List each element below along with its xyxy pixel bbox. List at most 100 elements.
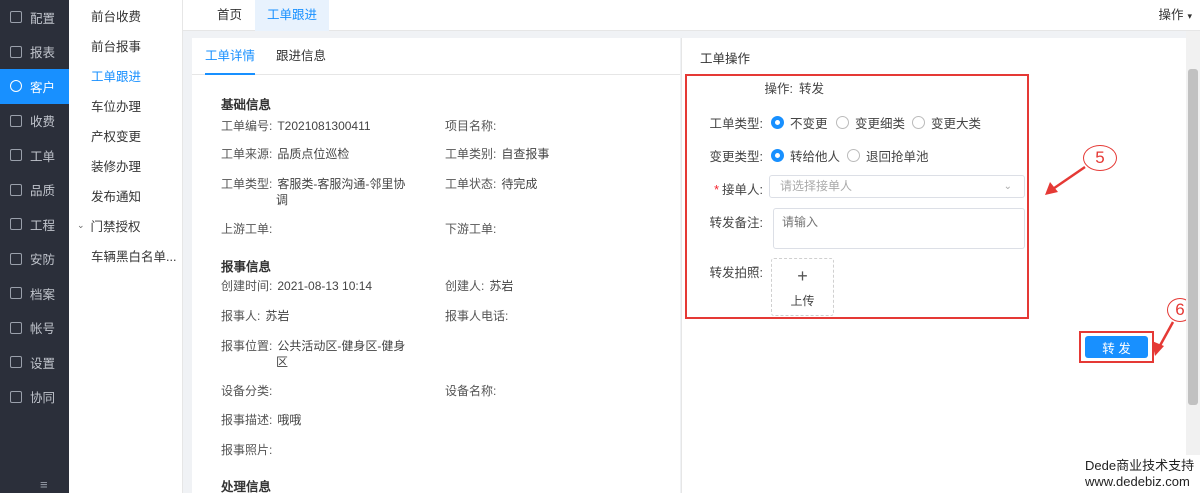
- vertical-scrollbar[interactable]: [1186, 31, 1200, 493]
- radio-unchecked-icon: [912, 116, 925, 129]
- nav-item-reports[interactable]: 报表: [0, 35, 69, 70]
- chevron-down-icon: ▾: [1187, 11, 1192, 21]
- field-status: 工单状态: 待完成: [445, 177, 538, 191]
- field-reporter: 报事人: 苏岩: [221, 309, 290, 323]
- submenu-item-front-report[interactable]: 前台报事: [69, 30, 182, 60]
- upload-button[interactable]: + 上传: [771, 258, 834, 316]
- change-type-label: 变更类型:: [709, 150, 763, 164]
- submenu-item-label: 前台报事: [91, 39, 142, 54]
- submenu-item-label: 产权变更: [91, 129, 142, 144]
- gear-icon: [10, 11, 22, 24]
- tab-bar: 首页 工单跟进 操作 ▾: [183, 0, 1200, 31]
- receiver-select[interactable]: 请选择接单人 ⌄: [769, 175, 1025, 198]
- field-location: 报事位置: 公共活动区-健身区-健身区: [221, 339, 406, 369]
- submenu-group-access[interactable]: ⌄ 门禁授权: [69, 210, 182, 240]
- submenu-item-parking[interactable]: 车位办理: [69, 90, 182, 120]
- section-title-report: 报事信息: [221, 260, 272, 274]
- chevron-down-icon: ⌄: [77, 219, 85, 230]
- user-icon: [10, 80, 22, 93]
- radio-change-maintype[interactable]: 变更大类: [912, 113, 981, 132]
- nav-item-security[interactable]: 安防: [0, 242, 69, 277]
- submenu-item-property-change[interactable]: 产权变更: [69, 120, 182, 150]
- nav-item-label: 配置: [30, 11, 56, 26]
- tab-workorder-follow[interactable]: 工单跟进: [255, 0, 330, 31]
- submenu-item-label: 工单跟进: [91, 69, 142, 84]
- submenu-item-front-charge[interactable]: 前台收费: [69, 0, 182, 30]
- collaboration-icon: [10, 390, 22, 403]
- submenu: 前台收费 前台报事 工单跟进 车位办理 产权变更 装修办理 发布通知 ⌄ 门禁授权…: [69, 0, 183, 493]
- forward-submit-button[interactable]: 转 发: [1085, 336, 1148, 358]
- settings-icon: [10, 356, 22, 369]
- nav-item-workorders[interactable]: 工单: [0, 138, 69, 173]
- field-report-photo: 报事照片:: [221, 443, 273, 457]
- radio-label: 变更大类: [931, 117, 982, 131]
- watermark-line2: www.dedebiz.com: [1085, 474, 1190, 489]
- radio-transfer-other[interactable]: 转给他人: [771, 146, 840, 165]
- nav-item-customers[interactable]: 客户: [0, 69, 69, 104]
- field-type: 工单类型: 客服类-客服沟通-邻里协调: [221, 177, 406, 207]
- radio-unchecked-icon: [847, 149, 860, 162]
- chevron-down-icon: ⌄: [1003, 181, 1012, 192]
- nav-item-collaboration[interactable]: 协同: [0, 380, 69, 415]
- submenu-item-notice[interactable]: 发布通知: [69, 180, 182, 210]
- section-title-basic: 基础信息: [221, 98, 272, 112]
- op-label: 操作:: [764, 82, 793, 96]
- field-source: 工单来源: 品质点位巡检: [221, 147, 350, 161]
- submenu-item-label: 前台收费: [91, 9, 142, 24]
- radio-change-subtype[interactable]: 变更细类: [836, 113, 905, 132]
- operations-dropdown[interactable]: 操作 ▾: [1158, 0, 1192, 31]
- field-order-no: 工单编号: T2021081300411: [221, 119, 371, 133]
- submenu-item-workorder-follow[interactable]: 工单跟进: [69, 60, 182, 90]
- account-icon: [10, 321, 22, 334]
- radio-return-pool[interactable]: 退回抢单池: [847, 146, 929, 165]
- nav-item-label: 设置: [30, 356, 56, 371]
- field-downstream: 下游工单:: [445, 222, 497, 236]
- chart-icon: [10, 45, 22, 58]
- radio-unchecked-icon: [836, 116, 849, 129]
- remark-label: 转发备注:: [709, 216, 763, 230]
- radio-label: 不变更: [790, 117, 828, 131]
- highlight-box-button: 转 发: [1079, 331, 1154, 363]
- engineering-icon: [10, 218, 22, 231]
- photo-label: 转发拍照:: [709, 266, 763, 280]
- field-device-name: 设备名称:: [445, 384, 497, 398]
- nav-item-label: 工单: [30, 149, 56, 164]
- submenu-item-renovation[interactable]: 装修办理: [69, 150, 182, 180]
- tab-workorder-detail[interactable]: 工单详情: [205, 38, 256, 75]
- upload-label: 上传: [790, 294, 815, 308]
- nav-item-accounts[interactable]: 帐号: [0, 311, 69, 346]
- field-category: 工单类别: 自查报事: [445, 147, 550, 161]
- submenu-item-vehicle-list[interactable]: 车辆黑白名单...: [69, 240, 182, 270]
- document-icon: [10, 149, 22, 162]
- nav-item-label: 档案: [30, 287, 56, 302]
- nav-item-archive[interactable]: 档案: [0, 276, 69, 311]
- nav-item-label: 协同: [30, 391, 56, 406]
- nav-item-settings[interactable]: 设置: [0, 345, 69, 380]
- required-mark: *: [714, 183, 720, 197]
- nav-item-config[interactable]: 配置: [0, 0, 69, 35]
- radio-checked-icon: [771, 149, 784, 162]
- radio-label: 变更细类: [855, 117, 906, 131]
- scrollbar-thumb[interactable]: [1188, 69, 1198, 405]
- nav-item-label: 收费: [30, 115, 56, 130]
- radio-label: 转给他人: [790, 150, 841, 164]
- remark-textarea[interactable]: [773, 208, 1025, 249]
- nav-item-engineering[interactable]: 工程: [0, 207, 69, 242]
- submenu-item-label: 车位办理: [91, 99, 142, 114]
- receiver-placeholder: 请选择接单人: [780, 179, 853, 193]
- menu-collapse-icon[interactable]: ≡: [40, 478, 53, 491]
- submenu-item-label: 车辆黑白名单...: [91, 249, 177, 264]
- main-nav: 配置 报表 客户 收费 工单 品质 工程 安防 档案 帐号 设置 协同 ≡: [0, 0, 69, 493]
- nav-item-label: 安防: [30, 253, 56, 268]
- tab-follow-info[interactable]: 跟进信息: [276, 38, 326, 75]
- nav-item-quality[interactable]: 品质: [0, 173, 69, 208]
- workorder-detail-panel: 工单详情 跟进信息 基础信息 工单编号: T2021081300411 项目名称:…: [192, 38, 680, 493]
- nav-item-label: 工程: [30, 218, 56, 233]
- nav-item-charges[interactable]: 收费: [0, 104, 69, 139]
- field-description: 报事描述: 哦哦: [221, 413, 302, 427]
- radio-no-change[interactable]: 不变更: [771, 113, 828, 132]
- type-label: 工单类型:: [709, 117, 763, 131]
- op-value: 转发: [799, 82, 825, 96]
- plus-icon: +: [797, 266, 808, 286]
- tab-home[interactable]: 首页: [205, 0, 254, 31]
